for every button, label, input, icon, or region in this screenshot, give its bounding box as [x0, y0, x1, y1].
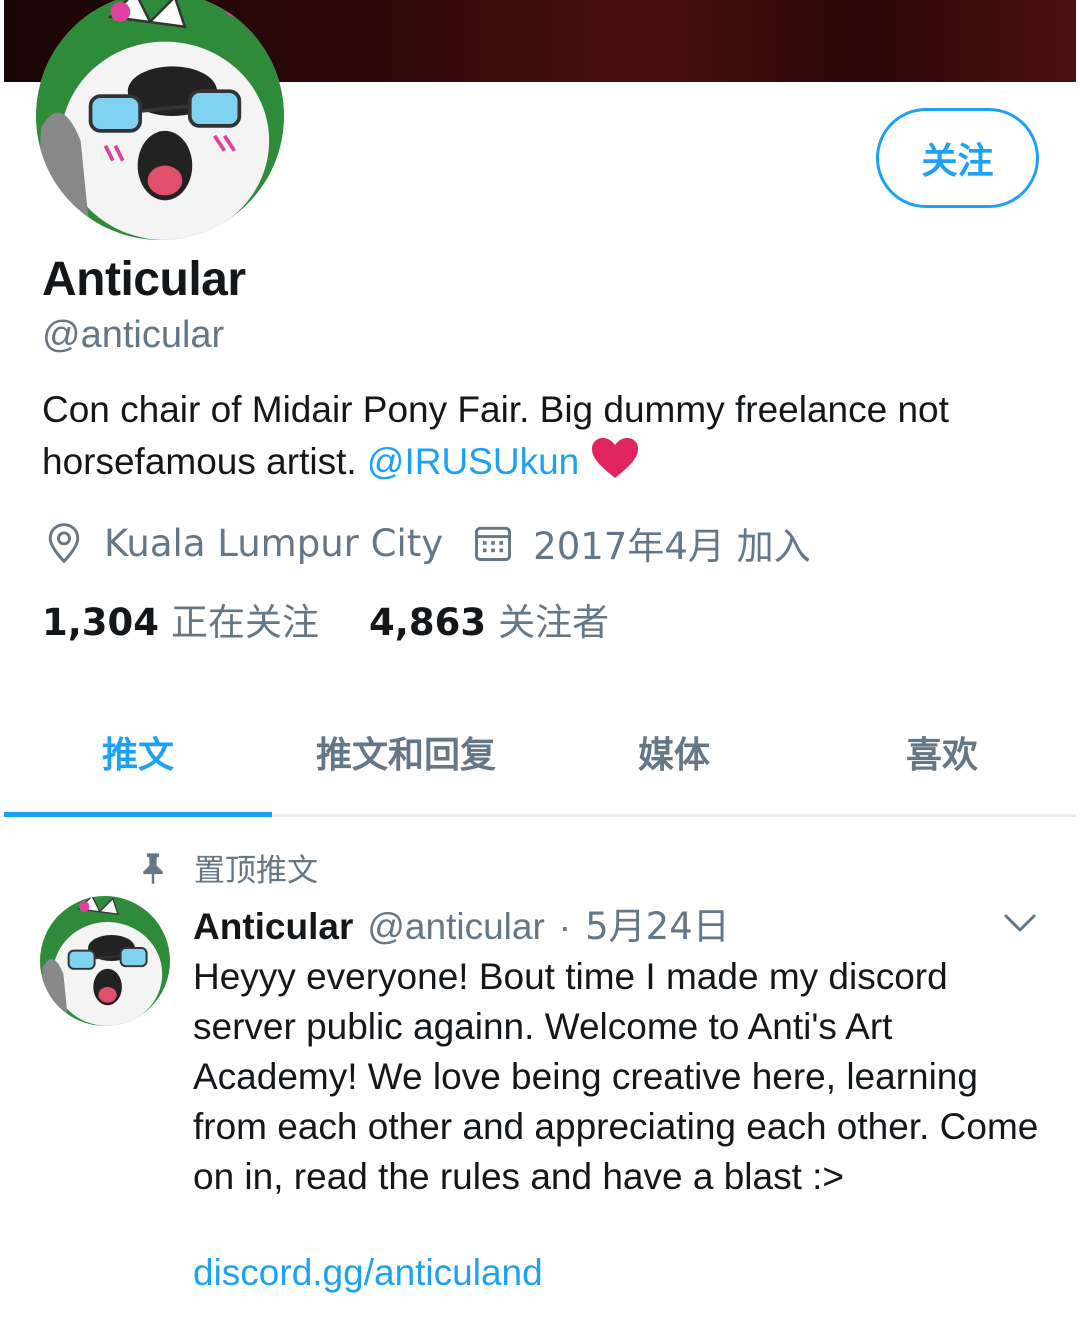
red-heart-icon — [591, 438, 638, 478]
pinned-tweet-indicator: 置顶推文 — [138, 845, 318, 890]
bio-mention-link[interactable]: @IRUSUkun — [367, 441, 579, 482]
followers-count[interactable]: 4,863 — [369, 601, 486, 644]
followers-label[interactable]: 关注者 — [498, 592, 609, 646]
avatar-illustration — [36, 0, 284, 240]
tweet-link[interactable]: discord.gg/anticuland — [193, 1252, 543, 1294]
tweet-separator: · — [558, 906, 572, 947]
follow-button[interactable]: 关注 — [876, 108, 1039, 208]
tweet-header: Anticular @anticular · 5月24日 — [193, 896, 730, 950]
tab-media[interactable]: 媒体 — [540, 690, 808, 814]
tab-likes[interactable]: 喜欢 — [808, 690, 1076, 814]
avatar-illustration — [40, 896, 170, 1026]
tweet-author-name[interactable]: Anticular — [193, 906, 353, 948]
tweet-author-avatar[interactable] — [40, 896, 170, 1026]
location-pin-icon — [48, 523, 80, 564]
profile-display-name: Anticular — [42, 253, 246, 306]
tweet-text: Heyyy everyone! Bout time I made my disc… — [193, 956, 1039, 1197]
tab-tweets-and-replies[interactable]: 推文和回复 — [272, 690, 540, 814]
location-text: Kuala Lumpur City — [104, 521, 444, 565]
pinned-label: 置顶推文 — [194, 853, 318, 889]
joined-date-text: 2017年4月 加入 — [533, 525, 811, 568]
profile-avatar[interactable] — [36, 0, 284, 240]
profile-handle: @anticular — [42, 314, 225, 356]
following-label[interactable]: 正在关注 — [171, 592, 319, 646]
profile-tabs: 推文 推文和回复 媒体 喜欢 — [4, 690, 1076, 817]
profile-meta: Kuala Lumpur City 2017年4月 加入 — [42, 518, 811, 568]
tweet-author-handle[interactable]: @anticular — [367, 906, 544, 948]
tab-tweets[interactable]: 推文 — [4, 690, 272, 817]
calendar-icon — [475, 526, 512, 561]
tweet-date[interactable]: 5月24日 — [585, 896, 730, 950]
following-count[interactable]: 1,304 — [42, 601, 159, 644]
pushpin-icon — [143, 852, 163, 884]
profile-stats: 1,304 正在关注 4,863 关注者 — [42, 592, 609, 646]
chevron-down-icon[interactable] — [1000, 906, 1040, 940]
profile-bio: Con chair of Midair Pony Fair. Big dummy… — [42, 384, 1042, 488]
